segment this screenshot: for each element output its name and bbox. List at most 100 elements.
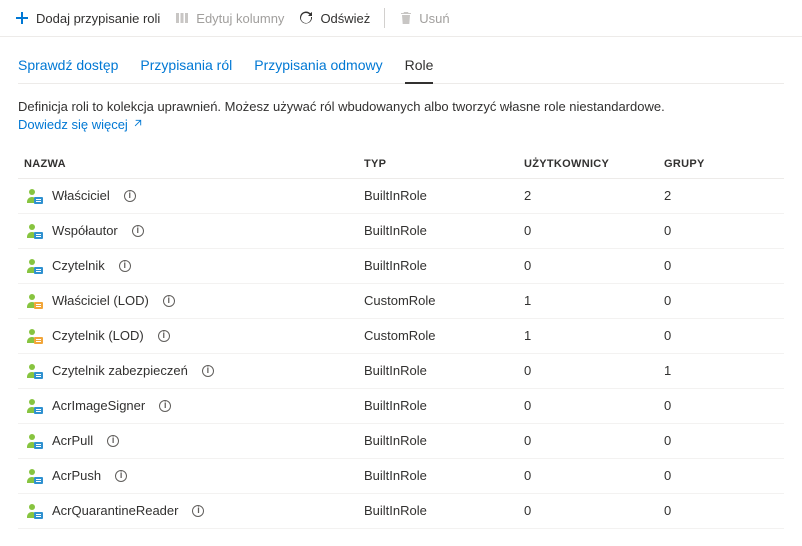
info-icon[interactable]: i <box>115 470 127 482</box>
name-cell: Właściciel (LOD) i <box>24 292 364 310</box>
tab-1[interactable]: Przypisania ról <box>140 51 232 83</box>
info-icon[interactable]: i <box>124 190 136 202</box>
role-name: AcrPull <box>52 433 93 448</box>
learn-more-label: Dowiedz się więcej <box>18 117 128 132</box>
info-icon[interactable]: i <box>202 365 214 377</box>
info-icon[interactable]: i <box>159 400 171 412</box>
content-area: Sprawdź dostęp Przypisania ról Przypisania… <box>0 37 802 533</box>
table-body: Właściciel i BuiltInRole 22 Współautor i Buil… <box>18 179 784 529</box>
tab-2[interactable]: Przypisania odmowy <box>254 51 382 83</box>
type-cell: CustomRole <box>364 328 524 343</box>
table-row[interactable]: AcrQuarantineReaderiBuiltInRole00 <box>18 494 784 529</box>
table-row[interactable]: WłaścicieliBuiltInRole22 <box>18 179 784 214</box>
name-cell: Czytelnik (LOD) i <box>24 327 364 345</box>
edit-columns-label: Edytuj kolumny <box>196 11 284 26</box>
groups-cell: 2 <box>664 188 778 203</box>
groups-cell: 0 <box>664 398 778 413</box>
role-name: Właściciel <box>52 188 110 203</box>
type-cell: BuiltInRole <box>364 503 524 518</box>
learn-more-link[interactable]: Dowiedz się więcej <box>18 117 143 132</box>
role-name: Czytelnik <box>52 258 105 273</box>
role-icon <box>24 222 42 240</box>
table-row[interactable]: AcrImageSigneriBuiltInRole00 <box>18 389 784 424</box>
role-name: Właściciel (LOD) <box>52 293 149 308</box>
role-name: Współautor <box>52 223 118 238</box>
description-text: Definicja roli to kolekcja uprawnień. Mo… <box>18 99 665 114</box>
table-row[interactable]: Właściciel (LOD) i CustomRole10 <box>18 284 784 319</box>
users-cell: 0 <box>524 258 664 273</box>
trash-icon <box>399 11 413 25</box>
info-icon[interactable]: i <box>119 260 131 272</box>
role-icon <box>24 397 42 415</box>
type-cell: BuiltInRole <box>364 223 524 238</box>
users-cell: 2 <box>524 188 664 203</box>
role-name: AcrImageSigner <box>52 398 145 413</box>
type-cell: BuiltInRole <box>364 433 524 448</box>
add-role-assignment-button[interactable]: Dodaj przypisanie roli <box>14 10 160 26</box>
info-icon[interactable]: i <box>107 435 119 447</box>
table-row[interactable]: Czytelnik (LOD) i CustomRole10 <box>18 319 784 354</box>
role-icon <box>24 292 42 310</box>
table-row[interactable]: AcrPushiBuiltInRole00 <box>18 459 784 494</box>
tab-3[interactable]: Role <box>405 51 434 83</box>
users-cell: 0 <box>524 223 664 238</box>
groups-cell: 0 <box>664 433 778 448</box>
groups-cell: 0 <box>664 503 778 518</box>
main-scroll[interactable]: Dodaj przypisanie roli Edytuj kolumny Od… <box>0 0 802 546</box>
info-icon[interactable]: i <box>132 225 144 237</box>
groups-cell: 0 <box>664 223 778 238</box>
refresh-button[interactable]: Odśwież <box>298 10 370 26</box>
role-icon <box>24 432 42 450</box>
tabs: Sprawdź dostęp Przypisania ról Przypisania… <box>18 51 784 84</box>
table-row[interactable]: CzytelnikiBuiltInRole00 <box>18 249 784 284</box>
tab-0[interactable]: Sprawdź dostęp <box>18 51 118 83</box>
users-cell: 0 <box>524 398 664 413</box>
role-icon <box>24 502 42 520</box>
name-cell: AcrImageSigner i <box>24 397 364 415</box>
name-cell: Współautor i <box>24 222 364 240</box>
users-cell: 0 <box>524 468 664 483</box>
role-icon <box>24 467 42 485</box>
table-row[interactable]: WspółautoriBuiltInRole00 <box>18 214 784 249</box>
role-icon <box>24 187 42 205</box>
column-header-groups[interactable]: Grupy <box>664 158 778 170</box>
role-name: Czytelnik (LOD) <box>52 328 144 343</box>
role-icon <box>24 327 42 345</box>
info-icon[interactable]: i <box>163 295 175 307</box>
table-header: Nazwa Typ Użytkownicy Grupy <box>18 150 784 179</box>
groups-cell: 0 <box>664 293 778 308</box>
role-name: AcrPush <box>52 468 101 483</box>
type-cell: BuiltInRole <box>364 398 524 413</box>
table-row[interactable]: Czytelnik zabezpieczeńiBuiltInRole01 <box>18 354 784 389</box>
column-header-name[interactable]: Nazwa <box>24 158 364 170</box>
edit-columns-button: Edytuj kolumny <box>174 10 284 26</box>
toolbar-divider <box>384 8 385 28</box>
name-cell: AcrQuarantineReader i <box>24 502 364 520</box>
column-header-type[interactable]: Typ <box>364 158 524 170</box>
info-icon[interactable]: i <box>192 505 204 517</box>
users-cell: 0 <box>524 503 664 518</box>
name-cell: Właściciel i <box>24 187 364 205</box>
role-icon <box>24 257 42 275</box>
name-cell: AcrPull i <box>24 432 364 450</box>
name-cell: AcrPush i <box>24 467 364 485</box>
role-name: Czytelnik zabezpieczeń <box>52 363 188 378</box>
type-cell: CustomRole <box>364 293 524 308</box>
groups-cell: 0 <box>664 328 778 343</box>
table-row[interactable]: AcrPulliBuiltInRole00 <box>18 424 784 459</box>
column-header-users[interactable]: Użytkownicy <box>524 158 664 170</box>
refresh-icon <box>298 10 314 26</box>
groups-cell: 1 <box>664 363 778 378</box>
groups-cell: 0 <box>664 258 778 273</box>
external-link-icon <box>132 117 143 132</box>
info-icon[interactable]: i <box>158 330 170 342</box>
refresh-label: Odśwież <box>320 11 370 26</box>
type-cell: BuiltInRole <box>364 468 524 483</box>
users-cell: 1 <box>524 328 664 343</box>
users-cell: 0 <box>524 363 664 378</box>
users-cell: 1 <box>524 293 664 308</box>
role-name: AcrQuarantineReader <box>52 503 178 518</box>
description-block: Definicja roli to kolekcja uprawnień. Mo… <box>18 98 784 132</box>
users-cell: 0 <box>524 433 664 448</box>
columns-icon <box>174 10 190 26</box>
